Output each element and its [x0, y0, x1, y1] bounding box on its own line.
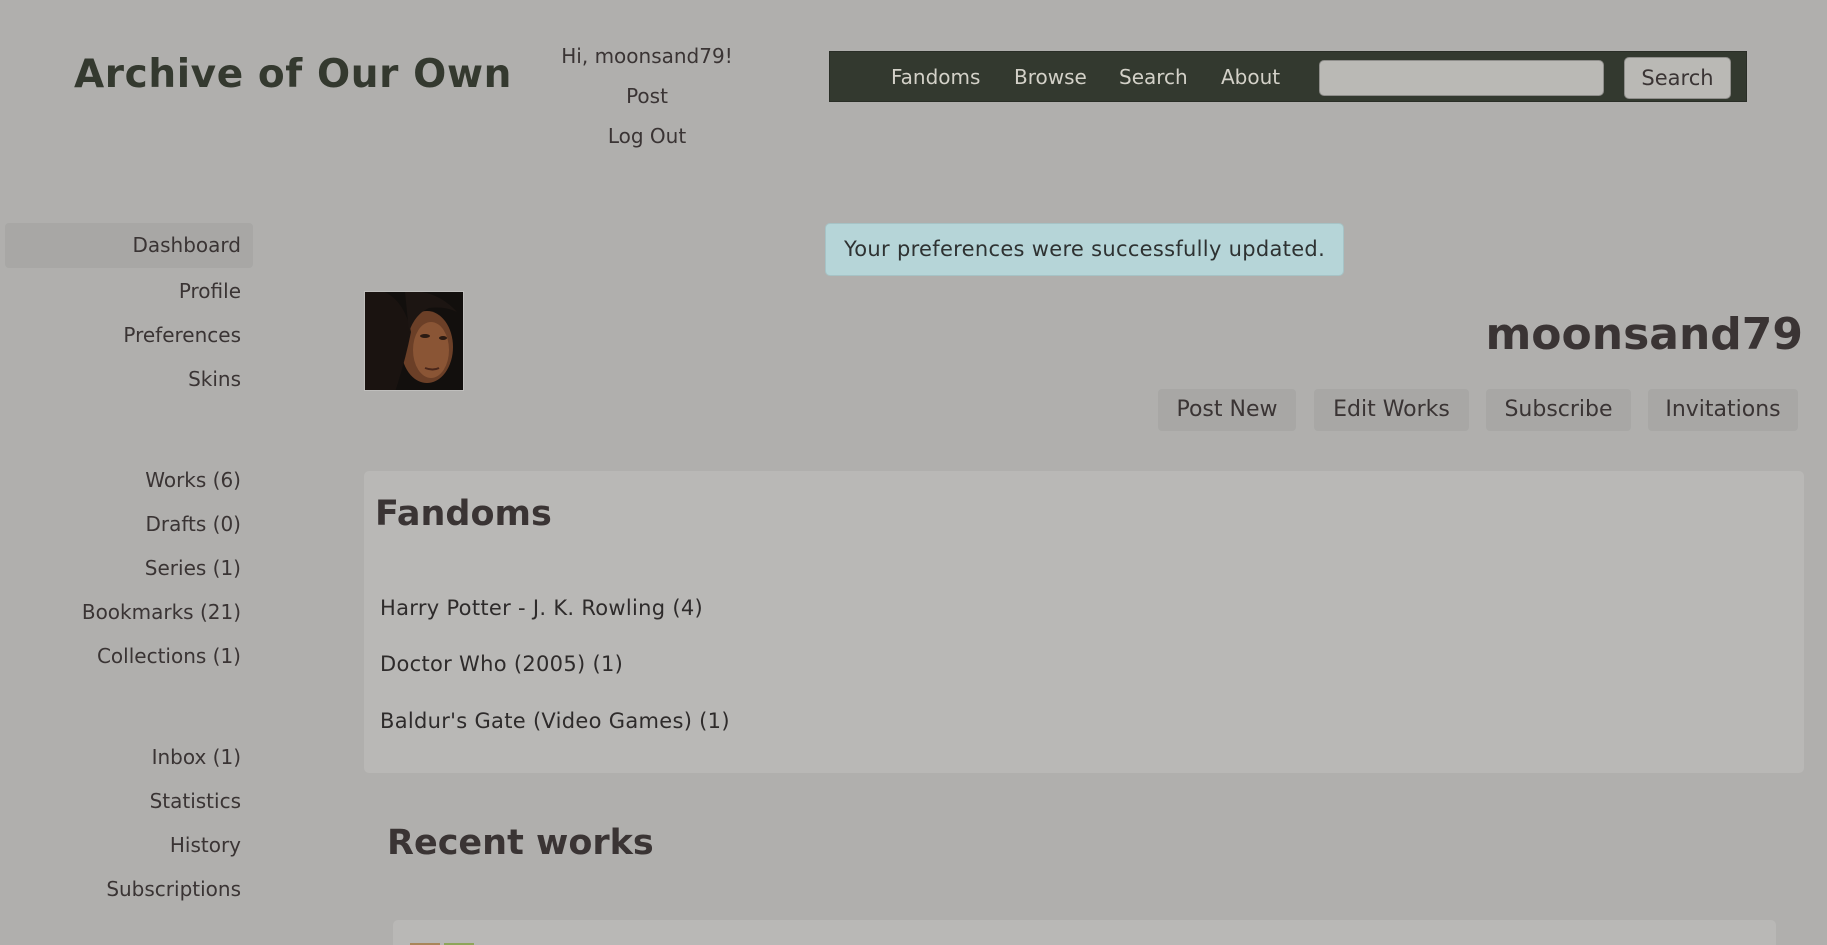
post-new-button[interactable]: Post New: [1158, 389, 1296, 431]
greeting-link[interactable]: Hi, moonsand79!: [520, 36, 774, 76]
sidebar-item-dashboard[interactable]: Dashboard: [5, 223, 253, 268]
nav-about[interactable]: About: [1221, 52, 1280, 103]
fandom-link-harry-potter[interactable]: Harry Potter - J. K. Rowling (4): [380, 596, 703, 620]
fandoms-heading: Fandoms: [375, 494, 552, 534]
primary-navigation: Fandoms Browse Search About Search: [829, 51, 1747, 102]
recent-work-item: [393, 920, 1776, 945]
sidebar-item-works[interactable]: Works (6): [5, 468, 241, 492]
post-link[interactable]: Post: [520, 76, 774, 116]
site-title[interactable]: Archive of Our Own: [74, 52, 512, 97]
nav-fandoms[interactable]: Fandoms: [891, 52, 980, 103]
logout-link[interactable]: Log Out: [520, 116, 774, 156]
sidebar-item-subscriptions[interactable]: Subscriptions: [5, 877, 241, 901]
user-actions: Post New Edit Works Subscribe Invitation…: [1158, 389, 1798, 431]
search-button[interactable]: Search: [1624, 57, 1731, 99]
fandoms-panel: Fandoms Harry Potter - J. K. Rowling (4)…: [364, 471, 1804, 773]
sidebar-item-statistics[interactable]: Statistics: [5, 789, 241, 813]
edit-works-button[interactable]: Edit Works: [1314, 389, 1469, 431]
sidebar-item-history[interactable]: History: [5, 833, 241, 857]
sidebar-item-profile[interactable]: Profile: [5, 279, 241, 303]
search-input[interactable]: [1319, 60, 1604, 96]
sidebar-item-skins[interactable]: Skins: [5, 367, 241, 391]
subscribe-button[interactable]: Subscribe: [1486, 389, 1631, 431]
user-greeting-block: Hi, moonsand79! Post Log Out: [520, 36, 774, 156]
sidebar-item-inbox[interactable]: Inbox (1): [5, 745, 241, 769]
sidebar-item-series[interactable]: Series (1): [5, 556, 241, 580]
fandom-link-doctor-who[interactable]: Doctor Who (2005) (1): [380, 652, 623, 676]
invitations-button[interactable]: Invitations: [1648, 389, 1798, 431]
fandom-link-baldurs-gate[interactable]: Baldur's Gate (Video Games) (1): [380, 709, 730, 733]
avatar-image: [365, 292, 463, 390]
nav-search[interactable]: Search: [1119, 52, 1188, 103]
recent-works-heading: Recent works: [387, 823, 654, 863]
user-name-heading: moonsand79: [1485, 309, 1803, 360]
sidebar-item-bookmarks[interactable]: Bookmarks (21): [5, 600, 241, 624]
nav-browse[interactable]: Browse: [1014, 52, 1087, 103]
avatar[interactable]: [364, 291, 464, 391]
sidebar-item-preferences[interactable]: Preferences: [5, 323, 241, 347]
sidebar-item-collections[interactable]: Collections (1): [5, 644, 241, 668]
flash-notice: Your preferences were successfully updat…: [825, 223, 1344, 276]
sidebar-item-drafts[interactable]: Drafts (0): [5, 512, 241, 536]
